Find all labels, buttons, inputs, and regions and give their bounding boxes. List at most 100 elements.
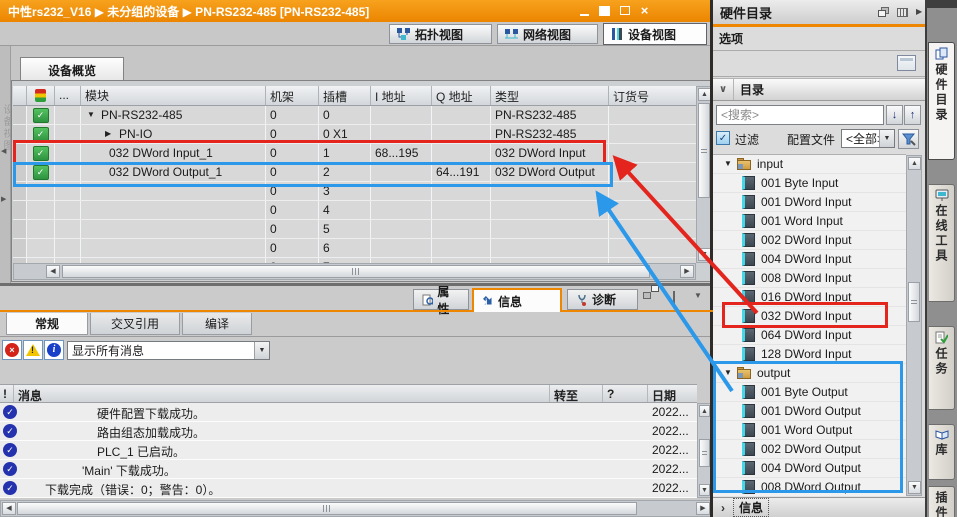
filter-warnings-button[interactable]: ! [23, 340, 43, 360]
type-column-header[interactable]: 类型 [491, 86, 609, 105]
sidebar-tab-hardware-catalog[interactable]: 硬件目录 [928, 42, 955, 160]
tab-properties[interactable]: 属性 [413, 285, 469, 316]
scrollbar-thumb[interactable] [17, 502, 637, 515]
sid​ebar-tab-online-tools[interactable]: 在线工具 [928, 184, 955, 302]
iaddr-column-header[interactable]: I 地址 [371, 86, 432, 105]
tree-item-module[interactable]: 001 DWord Input [713, 193, 906, 212]
splitter-collapse-icon[interactable]: ◀ [1, 148, 6, 155]
sidebar-tab-libraries[interactable]: 库 [928, 424, 955, 480]
table-row-empty[interactable]: 0 4 [13, 201, 696, 220]
tree-item-module[interactable]: 001 Word Output [713, 421, 906, 440]
table-row-032-dword-output[interactable]: ✓ 032 DWord Output_1 0 2 64...191 032 DW… [13, 163, 696, 182]
table-row-empty[interactable]: 0 3 [13, 182, 696, 201]
sidebar-tab-tasks[interactable]: 任务 [928, 326, 955, 410]
tree-item-032-dword-input[interactable]: 032 DWord Input [713, 307, 906, 326]
tree-item-module[interactable]: 016 DWord Input [713, 288, 906, 307]
scrollbar-thumb[interactable] [698, 103, 710, 198]
search-input[interactable] [716, 105, 884, 125]
rack-column-header[interactable]: 机架 [266, 86, 319, 105]
message-row[interactable]: ✓ 硬件配置下载成功。 2022... [0, 403, 697, 422]
qaddr-column-header[interactable]: Q 地址 [432, 86, 491, 105]
message-row[interactable]: ✓ 路由组态加载成功。 2022... [0, 422, 697, 441]
tab-info[interactable]: i 信息 [472, 288, 562, 312]
tree-item-input-folder[interactable]: ▼ input [713, 155, 906, 174]
status-column-header[interactable] [27, 86, 55, 105]
chevron-down-icon[interactable]: ▼ [87, 111, 101, 119]
sidebar-tab-addins[interactable]: 插件 [928, 486, 955, 517]
search-up-button[interactable]: ↑ [904, 105, 921, 125]
tree-item-module[interactable]: 001 Byte Input [713, 174, 906, 193]
expand-icon[interactable]: › [713, 502, 733, 514]
tree-item-module[interactable]: 064 DWord Input [713, 326, 906, 345]
subtab-compile[interactable]: 编译 [182, 313, 252, 335]
options-section-header[interactable]: 选项 [713, 27, 925, 51]
pane-mode-button[interactable] [897, 55, 916, 71]
tree-item-module[interactable]: 008 DWord Output [713, 478, 906, 497]
tree-item-module[interactable]: 004 DWord Output [713, 459, 906, 478]
columns-icon[interactable] [897, 7, 908, 17]
date-column-header[interactable]: 日期 [648, 385, 697, 402]
scroll-left-icon[interactable]: ◀ [46, 265, 60, 278]
tree-item-module[interactable]: 001 Byte Output [713, 383, 906, 402]
tree-item-module[interactable]: 001 Word Input [713, 212, 906, 231]
collapse-panel-icon[interactable]: ▶ [916, 8, 922, 16]
scroll-up-icon[interactable]: ▲ [908, 157, 921, 170]
message-row[interactable]: ✓ PLC_1 已启动。 2022... [0, 441, 697, 460]
scroll-down-icon[interactable]: ▼ [908, 481, 921, 494]
profile-dropdown[interactable]: <全部> ▼ [841, 129, 895, 148]
tree-item-module[interactable]: 002 DWord Output [713, 440, 906, 459]
order-column-header[interactable]: 订货号 [609, 86, 696, 105]
goto-column-header[interactable]: 转至 [550, 385, 603, 402]
topology-view-button[interactable]: 拓扑视图 [389, 24, 492, 44]
close-icon[interactable]: × [638, 4, 651, 17]
scroll-right-icon[interactable]: ▶ [680, 265, 694, 278]
message-filter-dropdown[interactable]: 显示所有消息 ▼ [67, 341, 270, 360]
scrollbar-thumb[interactable] [699, 439, 710, 467]
tree-item-module[interactable]: 008 DWord Input [713, 269, 906, 288]
inspector-list-button[interactable] [673, 291, 675, 307]
splitter-expand-icon[interactable]: ▶ [1, 196, 6, 203]
left-pane-splitter[interactable]: 设备视图 [0, 46, 12, 283]
slot-column-header[interactable]: 插槽 [319, 86, 371, 105]
message-row[interactable]: ✓ 'Main' 下载成功。 2022... [0, 460, 697, 479]
subtab-cross-references[interactable]: 交叉引用 [90, 313, 180, 335]
search-down-button[interactable]: ↓ [886, 105, 903, 125]
tab-diagnostics[interactable]: 诊断 [567, 289, 638, 310]
profile-filter-button[interactable] [898, 129, 919, 149]
module-column-header[interactable]: 模块 [81, 86, 266, 105]
chevron-right-icon[interactable]: ▶ [105, 130, 119, 138]
filter-checkbox[interactable]: ✓ [716, 131, 730, 145]
chevron-down-icon[interactable]: ▼ [724, 369, 737, 377]
minimize-button[interactable] [578, 4, 591, 17]
device-view-button[interactable]: 设备视图 [603, 23, 707, 45]
tree-vertical-scrollbar[interactable]: ▲ ▼ [906, 155, 922, 496]
info-section-header[interactable]: › 信息 [713, 497, 925, 517]
scrollbar-thumb[interactable] [62, 265, 650, 278]
table-row-pn-rs232-485[interactable]: ✓ ▼ PN-RS232-485 0 0 PN-RS232-485 [13, 106, 696, 125]
chevron-down-icon[interactable]: ∨ [713, 84, 733, 95]
scroll-right-icon[interactable]: ▶ [696, 502, 710, 515]
message-column-header[interactable]: 消息 [14, 385, 550, 402]
tree-item-module[interactable]: 001 DWord Output [713, 402, 906, 421]
tab-device-overview[interactable]: 设备概览 [20, 57, 124, 82]
message-horizontal-scrollbar[interactable]: ◀ ▶ [0, 500, 712, 517]
maximize-button[interactable] [618, 4, 631, 17]
table-row-pn-io[interactable]: ✓ ▶ PN-IO 0 0 X1 PN-RS232-485 [13, 125, 696, 144]
severity-column-header[interactable]: ! [0, 385, 14, 402]
inspector-collapse-button[interactable]: ▼ [694, 292, 702, 300]
catalog-section-header[interactable]: ∨ 目录 [713, 78, 925, 101]
scrollbar-thumb[interactable] [908, 282, 920, 322]
tree-item-output-folder[interactable]: ▼ output [713, 364, 906, 383]
dropdown-arrow-icon[interactable]: ▼ [879, 130, 894, 147]
scroll-up-icon[interactable]: ▲ [699, 405, 710, 417]
help-column-header[interactable]: ? [603, 385, 648, 402]
message-row[interactable]: ✓ 下载完成（错误：0；警告：0）。 2022... [0, 479, 697, 498]
table-row-empty[interactable]: 0 5 [13, 220, 696, 239]
restore-button[interactable] [598, 4, 611, 17]
chevron-down-icon[interactable]: ▼ [724, 160, 737, 168]
tree-item-module[interactable]: 004 DWord Input [713, 250, 906, 269]
scroll-left-icon[interactable]: ◀ [2, 502, 16, 515]
tree-item-module[interactable]: 002 DWord Input [713, 231, 906, 250]
scroll-down-icon[interactable]: ▼ [699, 484, 710, 496]
filter-errors-button[interactable]: × [2, 340, 22, 360]
